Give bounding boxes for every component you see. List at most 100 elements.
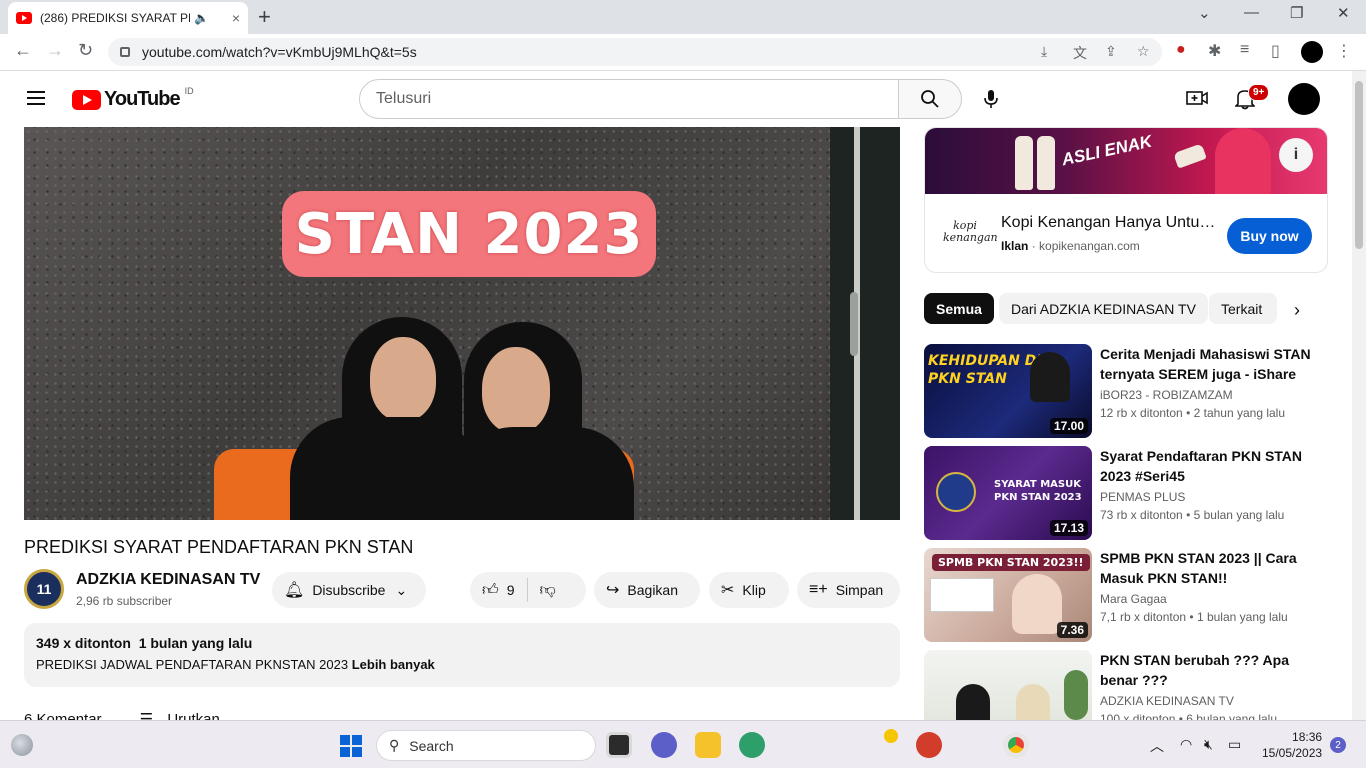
recommendation-title[interactable]: SPMB PKN STAN 2023 || Cara Masuk PKN STA… [1100,548,1320,588]
recommendation-thumbnail[interactable]: SYARAT MASUK PKN STAN 2023 17.13 [924,446,1092,540]
status-dot-icon [884,729,898,743]
taskbar-search-icon: ⚲ [389,737,400,753]
search-input[interactable]: Telusuri [359,79,899,119]
thumbnail-text: SYARAT MASUK PKN STAN 2023 [994,479,1082,503]
teams-chat-icon[interactable] [651,732,677,758]
recommendation-title[interactable]: Cerita Menjadi Mahasiswi STAN ternyata S… [1100,344,1320,384]
thumbnail-person-image [1012,574,1062,634]
recommendation-item[interactable]: SPMB PKN STAN 2023!! 7.36 SPMB PKN STAN … [924,548,1344,644]
chevron-right-icon[interactable]: › [1294,300,1300,321]
app-owl-icon[interactable] [916,732,942,758]
microphone-icon[interactable] [984,89,998,109]
lock-icon [120,47,130,57]
share-button[interactable]: ↪ Bagikan [594,572,700,608]
notification-center-badge[interactable]: 2 [1330,737,1346,753]
translate-icon[interactable]: 文 [1073,43,1087,63]
taskbar-date: 15/05/2023 [1262,746,1323,760]
browser-menu-icon[interactable]: ⋮ [1336,41,1352,61]
save-button[interactable]: ≡+ Simpan [797,572,900,608]
clip-button[interactable]: ✂ Klip [709,572,789,608]
recommendation-channel[interactable]: Mara Gagaa [1100,592,1167,606]
recommendation-stats: 100 x ditonton • 6 bulan yang lalu [1100,712,1277,720]
ad-info-icon[interactable]: i [1279,138,1313,172]
tab-search-icon[interactable]: ⌄ [1198,4,1211,22]
recommendation-channel[interactable]: PENMAS PLUS [1100,490,1185,504]
ad-buy-now-button[interactable]: Buy now [1227,218,1312,254]
install-icon[interactable]: ⤓ [1041,43,1047,60]
recommendation-item[interactable]: SYARAT MASUK PKN STAN 2023 17.13 Syarat … [924,446,1344,542]
browser-profile-avatar[interactable] [1301,41,1323,63]
page-scrollbar[interactable] [1352,71,1366,720]
ad-banner-image[interactable]: ASLI ENAK i [925,128,1327,194]
recommendation-item[interactable]: PKN STAN berubah ??? Apa benar ??? ADZKI… [924,650,1344,720]
bookmark-star-icon[interactable]: ☆ [1137,43,1150,60]
share-arrow-icon: ↪ [606,582,620,599]
battery-icon[interactable]: ▭ [1228,736,1241,753]
channel-name[interactable]: ADZKIA KEDINASAN TV [76,571,260,589]
side-panel-icon[interactable]: ▯ [1271,41,1280,61]
extension-record-icon[interactable]: ● [1176,41,1186,59]
chip-all[interactable]: Semua [924,293,994,324]
ad-bottle-image [1173,143,1207,169]
recommendation-title[interactable]: PKN STAN berubah ??? Apa benar ??? [1100,650,1320,690]
wifi-icon[interactable]: ◠ [1180,736,1192,753]
ad-brand-logo: kopi kenangan [943,219,998,244]
edge-browser-icon[interactable] [739,732,765,758]
taskbar-clock[interactable]: 18:36 15/05/2023 [1262,729,1322,761]
description-box[interactable]: 349 x ditonton 1 bulan yang lalu PREDIKS… [24,623,900,687]
maximize-button[interactable]: ❐ [1290,4,1303,22]
like-count[interactable]: 9 [507,582,515,598]
windows-start-icon[interactable] [340,735,362,757]
recommendation-channel[interactable]: ADZKIA KEDINASAN TV [1100,694,1234,708]
task-view-icon[interactable] [606,732,632,758]
recommendation-thumbnail[interactable]: SPMB PKN STAN 2023!! 7.36 [924,548,1092,642]
windows-taskbar: ⚲ Search ︿ ◠ 🔇︎ ▭ 18:36 15/05/2023 2 [0,720,1366,768]
share-label: Bagikan [627,582,678,598]
chevron-up-icon[interactable]: ︿ [1150,736,1164,756]
chrome-taskbar-icon[interactable] [1003,732,1029,758]
reload-icon[interactable]: ↻ [78,40,93,61]
channel-avatar[interactable]: 11 [24,569,64,609]
subscriber-count: 2,96 rb subscriber [76,594,173,608]
ad-card[interactable]: ASLI ENAK i kopi kenangan Kopi Kenangan … [924,127,1328,273]
new-tab-button[interactable]: + [258,4,271,30]
file-explorer-icon[interactable] [695,732,721,758]
forward-icon[interactable]: → [46,40,64,61]
tab-close-icon[interactable]: × [232,10,240,26]
ad-title[interactable]: Kopi Kenangan Hanya Untuk Kamu [1001,214,1221,232]
taskbar-search-box[interactable]: ⚲ Search [376,730,596,761]
share-icon[interactable]: ⇪ [1105,43,1117,60]
close-window-button[interactable]: ✕ [1337,4,1350,22]
create-video-icon[interactable] [1186,89,1208,107]
recommendation-thumbnail[interactable]: KEHIDUPAN DI PKN STAN 17.00 [924,344,1092,438]
weather-widget-icon[interactable] [11,734,33,756]
media-control-icon[interactable]: ≡ [1240,41,1249,59]
youtube-account-avatar[interactable] [1288,83,1320,115]
scrollbar-thumb[interactable] [1355,81,1363,249]
recommendation-thumbnail[interactable] [924,650,1092,720]
clip-label: Klip [742,582,766,598]
recommendation-item[interactable]: KEHIDUPAN DI PKN STAN 17.00 Cerita Menja… [924,344,1344,440]
youtube-logo[interactable]: YouTube ID [72,86,194,111]
address-bar[interactable]: youtube.com/watch?v=vKmbUj9MLhQ&t=5s [108,38,1162,66]
volume-muted-icon[interactable]: 🔇︎ [1204,736,1213,753]
extensions-puzzle-icon[interactable]: ✱ [1208,41,1221,61]
speaker-icon[interactable]: 🔈 [194,11,209,25]
video-player[interactable]: STAN 2023 [24,127,900,520]
search-button[interactable] [898,79,962,119]
subscribe-button[interactable]: 🔔︎ Disubscribe ⌄ [272,572,426,608]
menu-icon[interactable] [27,91,45,105]
dislike-thumb-icon[interactable]: 👎︎ [540,581,556,600]
recommendation-views: 12 rb x ditonton [1100,406,1183,420]
like-thumb-icon[interactable]: 👍︎ [482,581,499,600]
back-icon[interactable]: ← [14,40,32,61]
ad-label: Iklan [1001,239,1029,253]
chip-related[interactable]: Terkait [1209,293,1277,324]
show-more-link[interactable]: Lebih banyak [352,657,435,672]
taskbar-search-label: Search [409,737,454,754]
recommendation-title[interactable]: Syarat Pendaftaran PKN STAN 2023 #Seri45 [1100,446,1320,486]
recommendation-channel[interactable]: iBOR23 - ROBIZAMZAM [1100,388,1233,402]
chip-from-channel[interactable]: Dari ADZKIA KEDINASAN TV [999,293,1208,324]
browser-tab-active[interactable]: (286) PREDIKSI SYARAT PENDAFTARAN PKN ST… [8,2,248,34]
minimize-button[interactable]: — [1244,4,1259,21]
